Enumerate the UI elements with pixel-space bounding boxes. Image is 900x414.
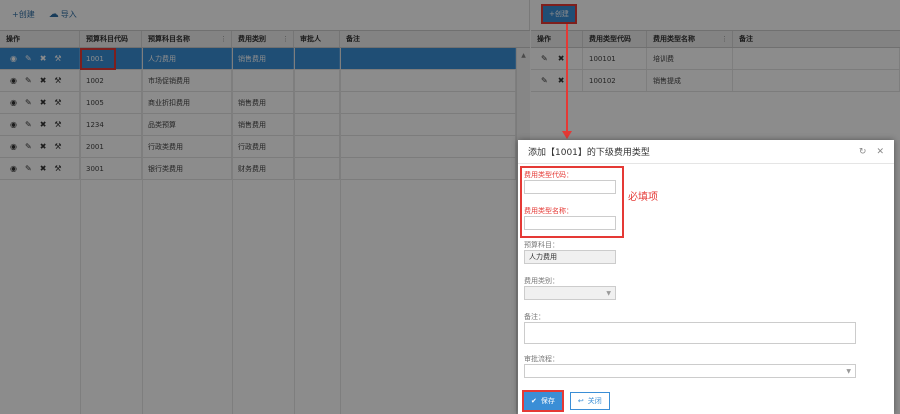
- check-icon: ✔: [531, 397, 537, 405]
- note-label: 备注：: [524, 313, 545, 321]
- save-button[interactable]: ✔ 保存: [522, 390, 564, 412]
- note-textarea[interactable]: [524, 322, 856, 344]
- add-expense-type-dialog: 添加【1001】的下级费用类型 ↻ ✕ 必填项 费用类型代码： 费用类型名称： …: [518, 140, 894, 414]
- close-label: 关闭: [587, 397, 602, 405]
- expense-category-label: 费用类别：: [524, 277, 559, 285]
- annotation-arrow-head: [562, 131, 572, 139]
- dialog-header: 添加【1001】的下级费用类型 ↻ ✕: [518, 140, 894, 164]
- expense-category-select[interactable]: ▼: [524, 286, 616, 300]
- budget-subject-label: 预算科目：: [524, 241, 559, 249]
- refresh-icon[interactable]: ↻: [859, 147, 867, 157]
- undo-icon: ↩: [577, 397, 584, 405]
- approval-flow-select[interactable]: ▼: [524, 364, 856, 378]
- dialog-footer: ✔ 保存 ↩ 关闭: [518, 388, 894, 414]
- save-label: 保存: [540, 397, 555, 405]
- annotation-arrow: [566, 24, 568, 132]
- chevron-down-icon: ▼: [846, 367, 851, 375]
- close-button[interactable]: ↩ 关闭: [569, 392, 610, 410]
- close-icon[interactable]: ✕: [876, 147, 884, 157]
- dialog-title: 添加【1001】的下级费用类型: [528, 148, 650, 158]
- type-name-input[interactable]: [524, 216, 616, 230]
- type-name-label: 费用类型名称：: [524, 207, 573, 215]
- annotation-required-note: 必填项: [628, 192, 658, 203]
- dialog-tools: ↻ ✕: [859, 147, 884, 157]
- chevron-down-icon: ▼: [606, 289, 611, 297]
- budget-subject-field: 人力费用: [524, 250, 616, 264]
- approval-flow-label: 审批流程：: [524, 355, 559, 363]
- type-code-label: 费用类型代码：: [524, 171, 573, 179]
- type-code-input[interactable]: [524, 180, 616, 194]
